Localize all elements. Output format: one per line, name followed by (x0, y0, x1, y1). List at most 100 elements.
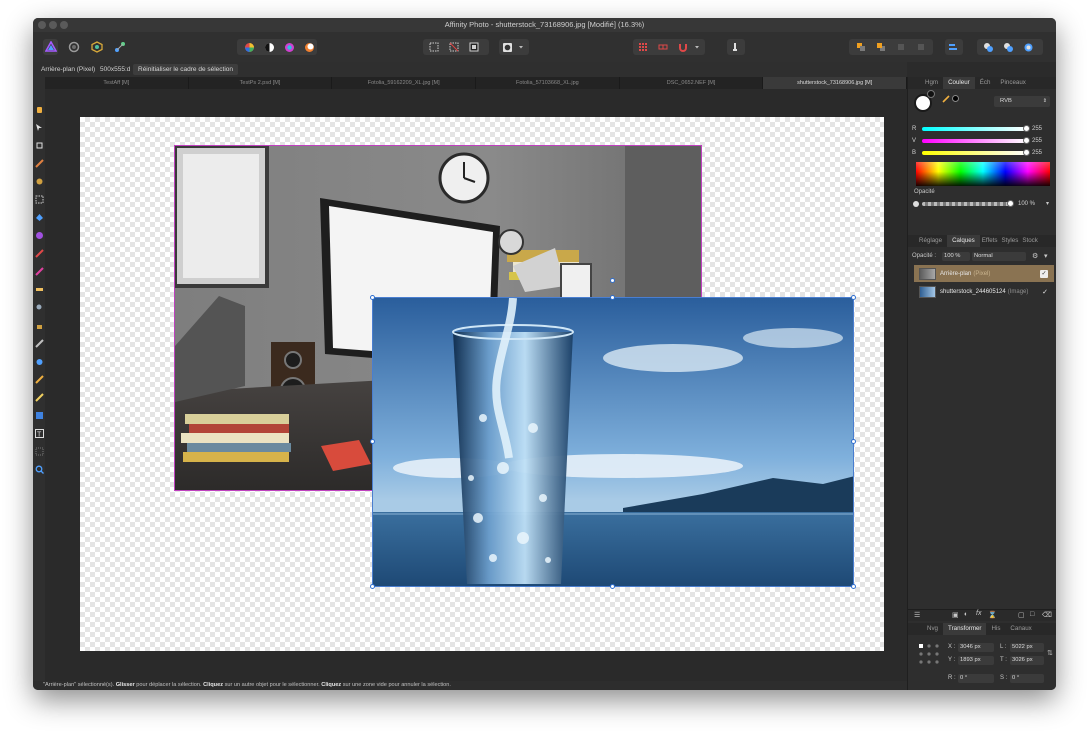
move-to-back-icon[interactable] (913, 39, 929, 55)
green-value[interactable]: 255 (1032, 136, 1042, 146)
doc-tab[interactable]: TestAff [M] (45, 77, 189, 89)
transform-handle[interactable] (851, 584, 856, 589)
tab-channels[interactable]: Canaux (1005, 623, 1036, 635)
guides-icon[interactable] (655, 39, 671, 55)
rectangle-tool-icon[interactable] (35, 411, 44, 420)
red-track[interactable] (922, 127, 1026, 131)
red-value[interactable]: 255 (1032, 124, 1042, 134)
hsl-icon[interactable] (281, 39, 297, 55)
document-canvas[interactable] (80, 117, 884, 651)
liquify-persona-icon[interactable] (66, 39, 81, 55)
blue-value[interactable]: 255 (1032, 148, 1042, 158)
zoom-tool-icon[interactable] (35, 465, 44, 474)
color-mode-select[interactable]: RVB ⇕ (994, 96, 1050, 107)
transform-handle[interactable] (370, 295, 375, 300)
tab-brushes[interactable]: Pinceaux (995, 77, 1030, 89)
white-balance-icon[interactable] (301, 39, 317, 55)
doc-tab[interactable]: TestPs 2.psd [M] (189, 77, 333, 89)
blue-slider[interactable]: B 255 (912, 148, 1054, 158)
selection-brush-tool-icon[interactable] (35, 177, 44, 186)
t-field[interactable]: 3026 px (1010, 656, 1044, 665)
layer-row[interactable]: shutterstock_244605124 (Image) ✓ (914, 283, 1054, 300)
rotate-handle[interactable] (610, 278, 615, 283)
text-tool-icon[interactable]: T (35, 429, 44, 439)
crop-tool-icon[interactable] (35, 141, 44, 150)
water-glass-photo[interactable] (372, 297, 854, 587)
flood-fill-tool-icon[interactable] (35, 213, 44, 222)
live-filter-icon[interactable]: ⌛ (988, 611, 997, 619)
red-slider[interactable]: R 255 (912, 124, 1054, 134)
export-persona-icon[interactable] (112, 39, 127, 55)
s-field[interactable]: 0 ° (1010, 674, 1044, 683)
close-window-button[interactable] (38, 21, 46, 29)
pen-tool-icon[interactable] (35, 375, 44, 384)
tab-swatches[interactable]: Éch (975, 77, 996, 89)
layers-stack-icon[interactable]: ☰ (914, 611, 920, 619)
subtract-icon[interactable] (1000, 39, 1016, 55)
visibility-checkbox[interactable]: ✓ (1040, 269, 1048, 278)
blue-knob[interactable] (1023, 149, 1030, 156)
x-field[interactable]: 3046 px (958, 643, 994, 652)
move-to-front-icon[interactable] (893, 39, 909, 55)
tab-effects[interactable]: Effets (980, 235, 1000, 247)
green-knob[interactable] (1023, 137, 1030, 144)
folder-icon[interactable]: ▢ (1018, 611, 1025, 619)
marquee-tool-icon[interactable] (35, 195, 44, 204)
develop-persona-icon[interactable] (89, 39, 104, 55)
trash-icon[interactable]: ⌫ (1042, 611, 1052, 619)
black-color-swatch[interactable] (952, 95, 959, 102)
tab-stock[interactable]: Stock (1020, 235, 1039, 247)
paint-brush-tool-icon[interactable] (35, 249, 44, 258)
erase-brush-tool-icon[interactable] (35, 285, 44, 294)
blue-track[interactable] (922, 151, 1026, 155)
tab-layers[interactable]: Calques (947, 235, 980, 247)
chevron-down-icon[interactable]: ▾ (1044, 252, 1048, 260)
clone-tool-icon[interactable] (35, 321, 44, 330)
layer-opacity-field[interactable]: 100 % (942, 252, 970, 261)
tab-color[interactable]: Couleur (943, 77, 975, 89)
chevron-down-icon[interactable] (691, 39, 703, 55)
gear-icon[interactable]: ⚙ (1032, 252, 1038, 260)
opacity-value[interactable]: 100 % (1018, 199, 1035, 209)
opacity-slider[interactable]: 100 % ▾ (912, 199, 1054, 209)
mesh-warp-tool-icon[interactable] (35, 447, 44, 456)
fx-icon[interactable]: fx (976, 610, 981, 617)
mask-layer-icon[interactable]: ▣ (952, 611, 959, 619)
secondary-color-swatch[interactable] (927, 90, 935, 98)
reset-selection-box-button[interactable]: Réinitialiser le cadre de sélection (133, 64, 239, 75)
quick-mask-icon[interactable] (499, 39, 515, 55)
node-tool-icon[interactable] (35, 393, 44, 402)
grid-icon[interactable] (635, 39, 651, 55)
snapping-magnet-icon[interactable] (675, 39, 691, 55)
doc-tab[interactable]: DSC_0652.NEF [M] (620, 77, 764, 89)
doc-tab[interactable]: Fotolia_59162209_XL.jpg [M] (332, 77, 477, 89)
healing-tool-icon[interactable] (35, 339, 44, 348)
blend-mode-select[interactable]: Normal (972, 252, 1026, 261)
new-layer-icon[interactable]: □ (1030, 611, 1034, 618)
blur-tool-icon[interactable] (35, 357, 44, 366)
green-slider[interactable]: V 255 (912, 136, 1054, 146)
visibility-check-icon[interactable]: ✓ (1042, 288, 1048, 296)
tab-history[interactable]: His (986, 623, 1005, 635)
canvas-area[interactable] (45, 89, 907, 681)
chevron-down-icon[interactable]: ▾ (1046, 199, 1049, 209)
move-tool-icon[interactable] (35, 123, 44, 132)
photo-persona-icon[interactable] (43, 39, 58, 55)
minimize-window-button[interactable] (49, 21, 57, 29)
intersect-icon[interactable] (1020, 39, 1036, 55)
opacity-knob[interactable] (1007, 200, 1014, 207)
doc-tab[interactable]: Fotolia_57103668_XL.jpg (476, 77, 620, 89)
doc-tab-active[interactable]: shutterstock_73168906.jpg [M] (763, 77, 908, 89)
anchor-point-grid[interactable] (918, 643, 940, 665)
tab-navigator[interactable]: Nvg (922, 623, 943, 635)
move-back-icon[interactable] (853, 39, 869, 55)
marquee-select-icon[interactable] (426, 39, 442, 55)
color-replace-tool-icon[interactable] (35, 267, 44, 276)
move-forward-icon[interactable] (873, 39, 889, 55)
color-wheel-icon[interactable] (241, 39, 257, 55)
gradient-tool-icon[interactable] (35, 231, 44, 240)
transform-handle[interactable] (370, 439, 375, 444)
hand-tool-icon[interactable] (35, 105, 44, 114)
color-picker-tool-icon[interactable] (35, 159, 44, 168)
link-icon[interactable]: ⇅ (1047, 649, 1053, 657)
